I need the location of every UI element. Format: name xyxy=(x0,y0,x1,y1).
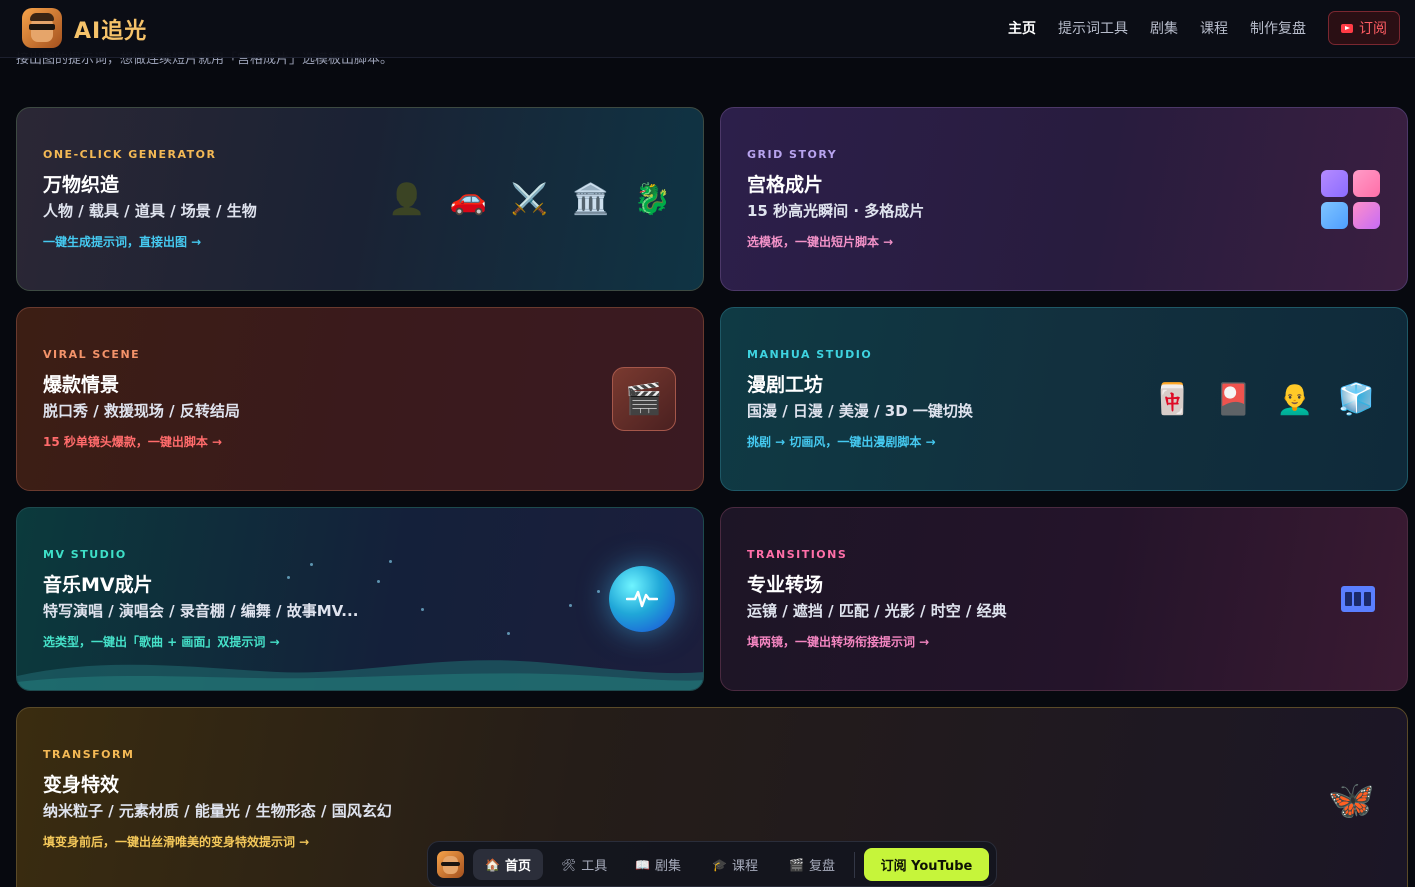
card-title: 变身特效 xyxy=(43,774,120,796)
bottom-nav-label: 剧集 xyxy=(654,859,681,874)
card-cta[interactable]: 挑剧 → 切画风，一键出漫剧脚本 → xyxy=(747,433,936,450)
card-subtitle: 运镜 / 遮挡 / 匹配 / 光影 / 时空 / 经典 xyxy=(747,602,1007,620)
home-icon: 🏠 xyxy=(485,857,500,872)
card-mv-studio[interactable]: MV STUDIO 音乐MV成片 特写演唱 / 演唱会 / 录音棚 / 编舞 /… xyxy=(16,507,704,691)
brand-title[interactable]: AI追光 xyxy=(74,13,147,45)
card-eyebrow: GRID STORY xyxy=(747,148,838,161)
tools-icon: 🛠 xyxy=(561,857,577,872)
nav-item-home[interactable]: 主页 xyxy=(1008,18,1036,38)
top-navbar: AI追光 主页 提示词工具 剧集 课程 制作复盘 订阅 xyxy=(0,0,1415,58)
book-icon: 📖 xyxy=(635,857,650,872)
card-subtitle: 人物 / 载具 / 道具 / 场景 / 生物 xyxy=(43,202,257,220)
building-icon: 🏛️ xyxy=(572,182,610,217)
swords-icon: ⚔️ xyxy=(510,182,549,217)
bottom-nav-courses[interactable]: 🎓 课程 xyxy=(700,849,770,880)
subscribe-youtube-button[interactable]: 订阅 YouTube xyxy=(864,848,989,881)
card-eyebrow: VIRAL SCENE xyxy=(43,348,141,361)
subscribe-button[interactable]: 订阅 xyxy=(1328,11,1400,45)
character-icon: 👨‍🦲 xyxy=(1276,382,1314,417)
person-icon: 👤 xyxy=(388,182,426,217)
bottom-nav-label: 课程 xyxy=(731,859,758,874)
card-transitions[interactable]: TRANSITIONS 专业转场 运镜 / 遮挡 / 匹配 / 光影 / 时空 … xyxy=(720,507,1408,691)
youtube-icon xyxy=(1341,23,1353,33)
card-eyebrow: ONE-CLICK GENERATOR xyxy=(43,148,217,161)
subscribe-label: 订阅 xyxy=(1359,21,1387,37)
card-eyebrow: MANHUA STUDIO xyxy=(747,348,873,361)
card-cta[interactable]: 15 秒单镜头爆款，一键出脚本 → xyxy=(43,433,222,450)
bottom-nav-home[interactable]: 🏠 首页 xyxy=(473,849,543,880)
card-title: 漫剧工坊 xyxy=(747,374,824,396)
bottom-nav-tools[interactable]: 🛠 工具 xyxy=(549,849,619,880)
bottom-nav-label: 首页 xyxy=(504,859,531,874)
dragon-icon: 🐉 xyxy=(633,182,671,217)
nav-item-courses[interactable]: 课程 xyxy=(1200,18,1228,38)
divider xyxy=(854,852,855,878)
card-title: 专业转场 xyxy=(747,574,824,596)
nav-item-episodes[interactable]: 剧集 xyxy=(1150,18,1178,38)
bottom-nav-bar: 🏠 首页 🛠 工具 📖 剧集 🎓 课程 🎬 复盘 订阅 YouTube xyxy=(427,841,997,887)
avatar-logo-small[interactable] xyxy=(437,851,464,878)
bottom-nav-making-of[interactable]: 🎬 复盘 xyxy=(777,849,847,880)
card-title: 宫格成片 xyxy=(747,174,824,196)
waveform-icon xyxy=(609,566,675,632)
card-subtitle: 纳米粒子 / 元素材质 / 能量光 / 生物形态 / 国风玄幻 xyxy=(43,802,392,820)
card-subtitle: 脱口秀 / 救援现场 / 反转结局 xyxy=(43,402,240,420)
film-strip-icon xyxy=(1341,586,1375,612)
card-cta[interactable]: 填变身前后，一键出丝滑唯美的变身特效提示词 → xyxy=(43,833,309,850)
graduation-icon: 🎓 xyxy=(712,857,727,872)
card-cta[interactable]: 选模板，一键出短片脚本 → xyxy=(747,233,893,250)
cube-icon: 🧊 xyxy=(1337,382,1375,417)
card-icon-row: 👤 🚗 ⚔️ 🏛️ 🐉 xyxy=(388,182,671,217)
nav-item-prompt-tools[interactable]: 提示词工具 xyxy=(1058,18,1128,38)
card-eyebrow: TRANSITIONS xyxy=(747,548,848,561)
card-generator[interactable]: ONE-CLICK GENERATOR 万物织造 人物 / 载具 / 道具 / … xyxy=(16,107,704,291)
nav-item-making-of[interactable]: 制作复盘 xyxy=(1250,18,1306,38)
card-title: 万物织造 xyxy=(43,174,120,196)
card-title: 音乐MV成片 xyxy=(43,574,153,596)
card-subtitle: 15 秒高光瞬间 · 多格成片 xyxy=(747,202,925,220)
card-eyebrow: TRANSFORM xyxy=(43,748,135,761)
clapperboard-icon: 🎬 xyxy=(789,857,804,872)
main-nav: 主页 提示词工具 剧集 课程 制作复盘 xyxy=(1008,18,1328,38)
mahjong-icon: 🀄 xyxy=(1153,382,1191,417)
card-subtitle: 国漫 / 日漫 / 美漫 / 3D 一键切换 xyxy=(747,402,973,420)
car-icon: 🚗 xyxy=(449,182,487,217)
butterfly-icon: 🦋 xyxy=(1327,778,1375,822)
wave-decoration xyxy=(17,660,703,690)
card-cta[interactable]: 一键生成提示词，直接出图 → xyxy=(43,233,201,250)
grid-icon xyxy=(1321,170,1381,230)
bottom-nav-label: 工具 xyxy=(581,859,608,874)
card-eyebrow: MV STUDIO xyxy=(43,548,127,561)
card-viral-scene[interactable]: VIRAL SCENE 爆款情景 脱口秀 / 救援现场 / 反转结局 15 秒单… xyxy=(16,307,704,491)
card-subtitle: 特写演唱 / 演唱会 / 录音棚 / 编舞 / 故事MV... xyxy=(43,602,359,620)
card-cta[interactable]: 填两镜，一键出转场衔接提示词 → xyxy=(747,633,929,650)
bottom-nav-label: 复盘 xyxy=(808,859,835,874)
avatar-logo[interactable] xyxy=(22,8,62,48)
card-icon-row: 🀄 🎴 👨‍🦲 🧊 xyxy=(1154,382,1375,417)
card-title: 爆款情景 xyxy=(43,374,120,396)
bottom-nav-episodes[interactable]: 📖 剧集 xyxy=(623,849,693,880)
flower-card-icon: 🎴 xyxy=(1214,382,1253,417)
card-manhua-studio[interactable]: MANHUA STUDIO 漫剧工坊 国漫 / 日漫 / 美漫 / 3D 一键切… xyxy=(720,307,1408,491)
clapperboard-icon: 🎬 xyxy=(612,367,676,431)
card-grid-story[interactable]: GRID STORY 宫格成片 15 秒高光瞬间 · 多格成片 选模板，一键出短… xyxy=(720,107,1408,291)
